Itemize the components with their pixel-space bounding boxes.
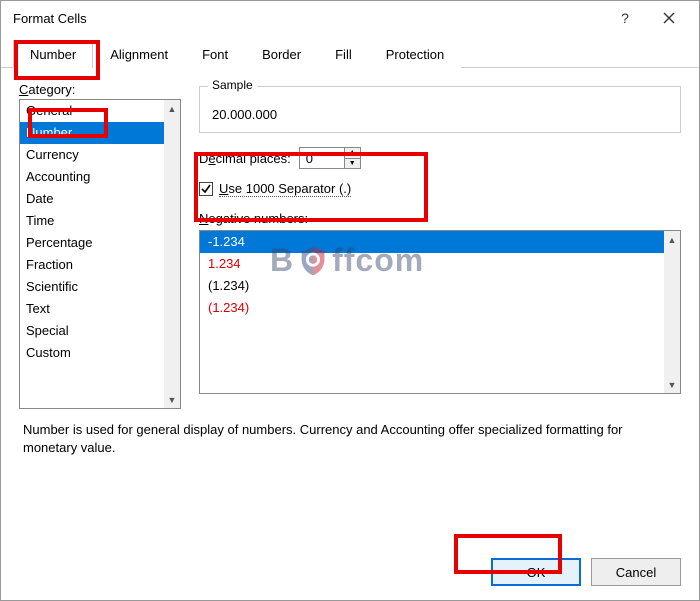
negative-item-2[interactable]: (1.234) <box>200 275 664 297</box>
checkmark-icon <box>200 183 212 195</box>
tab-font[interactable]: Font <box>185 40 245 68</box>
category-item-special[interactable]: Special <box>20 320 164 342</box>
dialog-buttons: OK Cancel <box>1 548 699 600</box>
scroll-track[interactable] <box>664 248 680 376</box>
decimal-spin-down[interactable]: ▼ <box>345 159 360 169</box>
tab-bar: Number Alignment Font Border Fill Protec… <box>1 35 699 68</box>
scroll-up-icon[interactable]: ▲ <box>664 231 680 248</box>
titlebar: Format Cells ? <box>1 1 699 35</box>
category-item-fraction[interactable]: Fraction <box>20 254 164 276</box>
thousands-separator-row: Use 1000 Separator (.) <box>199 181 681 197</box>
category-scrollbar[interactable]: ▲ ▼ <box>164 99 181 409</box>
category-description: Number is used for general display of nu… <box>19 413 681 464</box>
decimal-places-field[interactable]: ▲ ▼ <box>299 147 361 169</box>
thousands-separator-label: Use 1000 Separator (.) <box>219 181 351 197</box>
tab-fill[interactable]: Fill <box>318 40 369 68</box>
cancel-button[interactable]: Cancel <box>591 558 681 586</box>
decimal-places-row: Decimal places: ▲ ▼ <box>199 147 681 169</box>
category-item-date[interactable]: Date <box>20 188 164 210</box>
scroll-down-icon[interactable]: ▼ <box>164 391 180 408</box>
category-listbox[interactable]: General Number Currency Accounting Date … <box>19 99 164 409</box>
format-cells-dialog: Format Cells ? Number Alignment Font Bor… <box>0 0 700 601</box>
negative-numbers-listbox[interactable]: -1.234 1.234 (1.234) (1.234) <box>199 230 664 394</box>
negative-numbers-list-wrap: -1.234 1.234 (1.234) (1.234) ▲ ▼ <box>199 230 681 394</box>
negative-item-1[interactable]: 1.234 <box>200 253 664 275</box>
category-items: General Number Currency Accounting Date … <box>20 100 164 408</box>
options-column: Sample 20.000.000 Decimal places: ▲ ▼ <box>199 78 681 409</box>
decimal-spin-up[interactable]: ▲ <box>345 148 360 159</box>
category-item-time[interactable]: Time <box>20 210 164 232</box>
category-list-wrap: General Number Currency Accounting Date … <box>19 99 181 409</box>
scroll-track[interactable] <box>164 117 180 391</box>
decimal-places-label: Decimal places: <box>199 151 291 166</box>
category-item-number[interactable]: Number <box>20 122 164 144</box>
category-column: Category: General Number Currency Accoun… <box>19 78 181 409</box>
sample-legend: Sample <box>208 78 257 92</box>
negative-item-3[interactable]: (1.234) <box>200 297 664 319</box>
category-item-text[interactable]: Text <box>20 298 164 320</box>
tab-border[interactable]: Border <box>245 40 318 68</box>
decimal-places-input[interactable] <box>300 148 344 168</box>
tab-number[interactable]: Number <box>13 40 93 68</box>
tab-panel-number: Category: General Number Currency Accoun… <box>1 68 699 548</box>
negative-item-0[interactable]: -1.234 <box>200 231 664 253</box>
panel-top-row: Category: General Number Currency Accoun… <box>19 78 681 409</box>
help-button[interactable]: ? <box>603 4 647 32</box>
category-item-custom[interactable]: Custom <box>20 342 164 364</box>
sample-group: Sample 20.000.000 <box>199 86 681 133</box>
thousands-separator-checkbox[interactable] <box>199 182 213 196</box>
scroll-down-icon[interactable]: ▼ <box>664 376 680 393</box>
negative-numbers-label: Negative numbers: <box>199 211 681 226</box>
close-icon <box>663 12 675 24</box>
category-label: Category: <box>19 82 181 97</box>
category-item-percentage[interactable]: Percentage <box>20 232 164 254</box>
scroll-up-icon[interactable]: ▲ <box>164 100 180 117</box>
category-item-currency[interactable]: Currency <box>20 144 164 166</box>
sample-value: 20.000.000 <box>210 105 670 124</box>
window-title: Format Cells <box>13 11 603 26</box>
close-button[interactable] <box>647 4 691 32</box>
tab-alignment[interactable]: Alignment <box>93 40 185 68</box>
tab-protection[interactable]: Protection <box>369 40 462 68</box>
negative-scrollbar[interactable]: ▲ ▼ <box>664 230 681 394</box>
category-item-accounting[interactable]: Accounting <box>20 166 164 188</box>
category-item-scientific[interactable]: Scientific <box>20 276 164 298</box>
ok-button[interactable]: OK <box>491 558 581 586</box>
decimal-spin-buttons: ▲ ▼ <box>344 148 360 168</box>
category-item-general[interactable]: General <box>20 100 164 122</box>
